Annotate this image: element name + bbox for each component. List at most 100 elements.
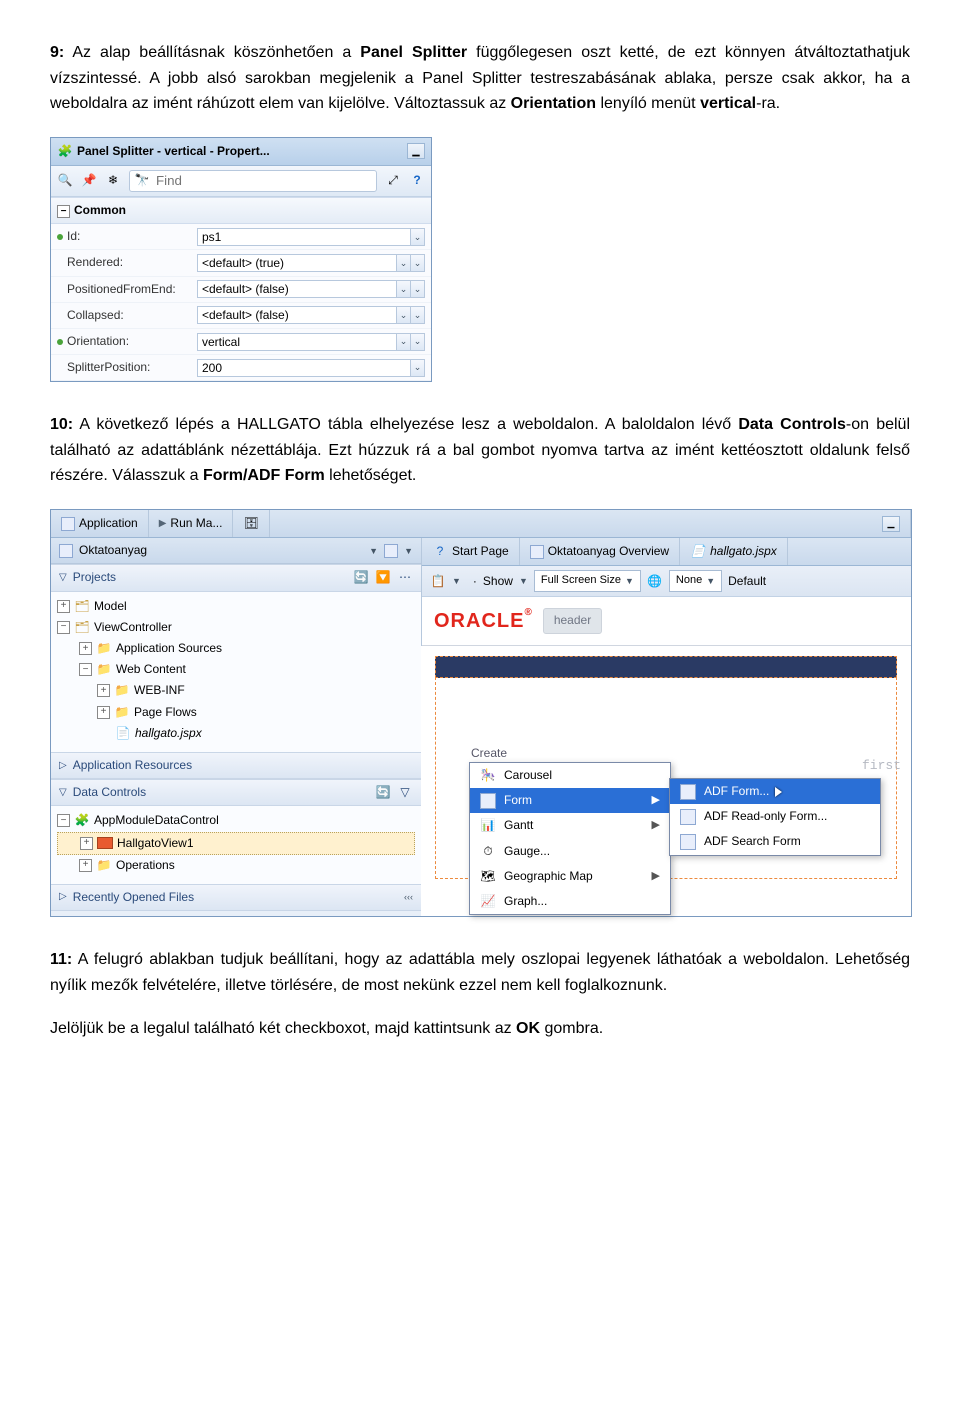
filter-icon[interactable]: 🔽 xyxy=(375,570,391,586)
splitterposition-input[interactable] xyxy=(197,359,411,377)
projects-label: Projects xyxy=(73,568,116,587)
step-10-lead: 10: xyxy=(50,416,73,433)
menu-item-gauge[interactable]: ⏱ Gauge... xyxy=(470,839,670,864)
projects-header[interactable]: ▽ Projects 🔄 🔽 ⋯ xyxy=(51,564,421,591)
expander-icon[interactable]: + xyxy=(57,600,70,613)
prop-positionedfromend-row: PositionedFromEnd: ⌄ ⌄ xyxy=(51,277,431,303)
project-icon: 🗂 xyxy=(74,598,90,614)
positionedfromend-input[interactable] xyxy=(197,280,397,298)
filter-icon[interactable]: ▽ xyxy=(397,785,413,801)
menu-item-carousel[interactable]: 🎠 Carousel xyxy=(470,763,670,788)
tab-label: Oktatoanyag Overview xyxy=(548,542,669,561)
tab-label: Start Page xyxy=(452,542,509,561)
menu-label: Gantt xyxy=(504,816,533,835)
panel-splitter-top-region[interactable] xyxy=(435,656,897,678)
step-11-lead: 11: xyxy=(50,951,72,968)
submenu-item-adf-form[interactable]: ADF Form... xyxy=(670,779,880,804)
data-controls-tree: − 🧩 AppModuleDataControl + HallgatoView1… xyxy=(51,806,421,884)
expander-icon[interactable]: + xyxy=(80,837,93,850)
menu-item-geographic-map[interactable]: 🗺 Geographic Map ▶ xyxy=(470,864,670,889)
tree-row-hallgatoview1[interactable]: + HallgatoView1 xyxy=(57,832,415,855)
orientation-more-icon[interactable]: ⌄ xyxy=(411,333,425,351)
globe-icon[interactable]: 🌐 xyxy=(647,573,663,589)
pfe-more-icon[interactable]: ⌄ xyxy=(411,280,425,298)
tree-row-viewcontroller[interactable]: − 🗂 ViewController xyxy=(57,617,415,638)
expander-icon[interactable]: + xyxy=(97,684,110,697)
app-resources-label: Application Resources xyxy=(73,756,192,775)
expander-icon[interactable]: + xyxy=(97,706,110,719)
tab-run-manager[interactable]: ▶ Run Ma... xyxy=(149,510,234,537)
menu-label: Form xyxy=(504,791,532,810)
tab-hallgato-jspx[interactable]: 📄 hallgato.jspx xyxy=(680,538,788,565)
expand-tool-icon[interactable]: ⤢ xyxy=(385,173,401,189)
expander-icon[interactable]: − xyxy=(57,814,70,827)
tree-row-appsources[interactable]: + 📁 Application Sources xyxy=(57,638,415,659)
refresh-icon[interactable]: 🔄 xyxy=(375,785,391,801)
splitterposition-dropdown-icon[interactable]: ⌄ xyxy=(411,359,425,377)
tree-row-operations[interactable]: + 📁 Operations xyxy=(57,855,415,876)
orientation-input[interactable] xyxy=(197,333,397,351)
orientation-term: Orientation xyxy=(511,95,596,112)
rendered-input[interactable] xyxy=(197,254,397,272)
tab-start-page[interactable]: ? Start Page xyxy=(422,538,520,565)
menu-label: Gauge... xyxy=(504,842,550,861)
id-input[interactable] xyxy=(197,228,411,246)
application-resources-header[interactable]: ▷ Application Resources xyxy=(51,752,421,779)
tree-row-model[interactable]: + 🗂 Model xyxy=(57,596,415,617)
expander-icon[interactable]: − xyxy=(57,621,70,634)
menu-label: ADF Search Form xyxy=(704,832,801,851)
folder-icon: 📁 xyxy=(96,857,112,873)
collapsed-input[interactable] xyxy=(197,306,397,324)
application-icon xyxy=(61,517,75,531)
refresh-icon[interactable]: 🔄 xyxy=(353,570,369,586)
expander-icon[interactable]: + xyxy=(79,859,92,872)
orientation-dropdown-icon[interactable]: ⌄ xyxy=(397,333,411,351)
menu-item-graph[interactable]: 📈 Graph... xyxy=(470,889,670,914)
menu-icon[interactable]: ⋯ xyxy=(397,570,413,586)
binoculars-icon: 🔭 xyxy=(134,173,150,189)
tree-label: Operations xyxy=(116,856,175,875)
screen-size-select[interactable]: Full Screen Size ▼ xyxy=(534,570,641,592)
collapsed-more-icon[interactable]: ⌄ xyxy=(411,306,425,324)
find-icon[interactable]: 🔍 xyxy=(57,173,73,189)
style-select[interactable]: None ▼ xyxy=(669,570,722,592)
tree-row-hallgato-jspx[interactable]: 📄 hallgato.jspx xyxy=(57,723,415,744)
expander-icon[interactable]: + xyxy=(79,642,92,655)
app-menu-icon[interactable] xyxy=(384,544,398,558)
tab-label: Application xyxy=(79,514,138,533)
freeze-icon[interactable]: ❄ xyxy=(105,173,121,189)
find-input[interactable] xyxy=(154,172,335,190)
tab-application[interactable]: Application xyxy=(51,510,149,537)
submenu-item-adf-search-form[interactable]: ADF Search Form xyxy=(670,829,880,854)
id-dropdown-icon[interactable]: ⌄ xyxy=(411,228,425,246)
tree-label: Model xyxy=(94,597,127,616)
pfe-dropdown-icon[interactable]: ⌄ xyxy=(397,280,411,298)
toolbar-icon[interactable]: 📋 xyxy=(430,573,446,589)
design-canvas[interactable]: | first Create 🎠 Carousel Form ▶ 📊 xyxy=(421,646,911,916)
rendered-dropdown-icon[interactable]: ⌄ xyxy=(397,254,411,272)
rendered-more-icon[interactable]: ⌄ xyxy=(411,254,425,272)
tab-oktatoanyag-overview[interactable]: Oktatoanyag Overview xyxy=(520,538,680,565)
tree-row-webinf[interactable]: + 📁 WEB-INF xyxy=(57,680,415,701)
common-section-header[interactable]: −Common xyxy=(51,197,431,224)
menu-item-form[interactable]: Form ▶ xyxy=(470,788,670,813)
tree-row-appmodule[interactable]: − 🧩 AppModuleDataControl xyxy=(57,810,415,831)
collapsed-dropdown-icon[interactable]: ⌄ xyxy=(397,306,411,324)
tree-label: Page Flows xyxy=(134,703,197,722)
minimize-button[interactable]: ▁ xyxy=(407,143,425,159)
tree-row-webcontent[interactable]: − 📁 Web Content xyxy=(57,659,415,680)
text: lehetőséget. xyxy=(325,467,417,484)
recently-opened-header[interactable]: ▷ Recently Opened Files ‹‹‹ xyxy=(51,884,421,911)
submenu-item-adf-readonly-form[interactable]: ADF Read-only Form... xyxy=(670,804,880,829)
chevron-down-icon[interactable]: ▼ xyxy=(519,574,528,588)
application-selector[interactable]: Oktatoanyag ▼ ▼ xyxy=(51,538,421,564)
db-icon: 🗄 xyxy=(243,516,259,532)
menu-item-gantt[interactable]: 📊 Gantt ▶ xyxy=(470,813,670,838)
pin-icon[interactable]: 📌 xyxy=(81,173,97,189)
help-icon[interactable]: ? xyxy=(409,173,425,189)
tab-db[interactable]: 🗄 xyxy=(233,510,270,537)
data-controls-header[interactable]: ▽ Data Controls 🔄 ▽ xyxy=(51,779,421,806)
minimize-button[interactable]: ▁ xyxy=(882,516,900,532)
expander-icon[interactable]: − xyxy=(79,663,92,676)
tree-row-pageflows[interactable]: + 📁 Page Flows xyxy=(57,702,415,723)
